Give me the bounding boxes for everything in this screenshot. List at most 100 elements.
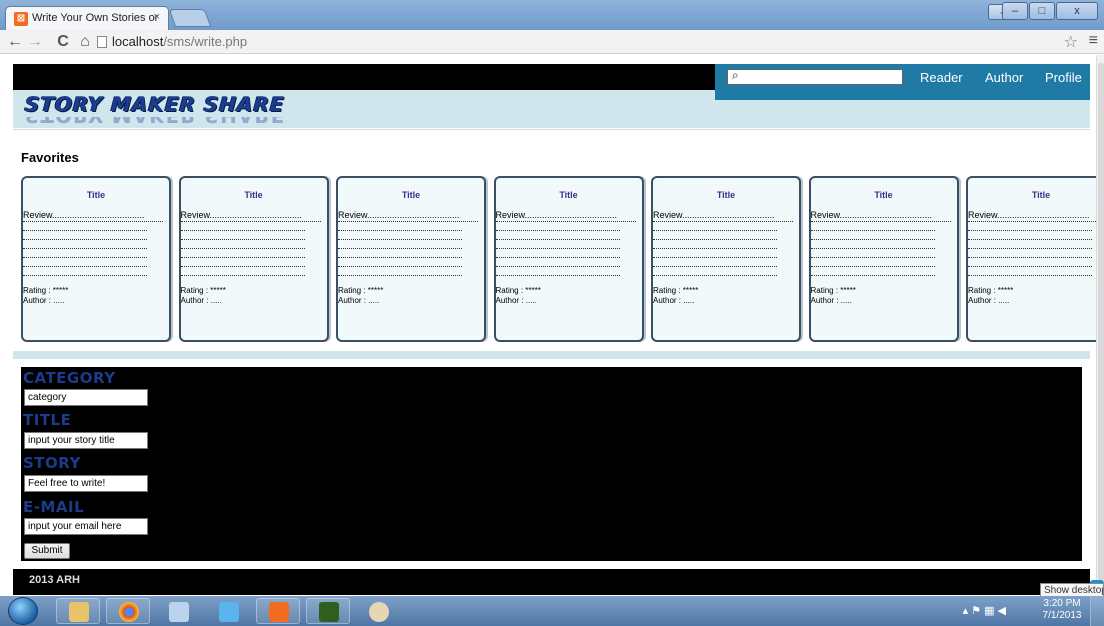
nav-author[interactable]: Author: [985, 70, 1023, 85]
submit-button[interactable]: Submit: [24, 543, 70, 559]
card-title: Title: [1031, 190, 1051, 200]
card-rating: Rating : *****: [338, 286, 384, 295]
browser-menu-icon[interactable]: ≡: [1089, 32, 1098, 50]
write-story-form: CATEGORY category TITLE input your story…: [21, 367, 1082, 561]
minimize-button[interactable]: –: [1002, 2, 1028, 20]
reload-icon[interactable]: C: [54, 32, 72, 52]
home-icon[interactable]: ⌂: [76, 32, 94, 52]
folder-icon: [69, 602, 89, 622]
favorites-heading: Favorites: [21, 150, 79, 165]
card-dotted-line: [810, 230, 935, 231]
url-host: localhost: [112, 34, 164, 49]
new-tab-button[interactable]: [168, 9, 212, 27]
tab-close-icon[interactable]: ×: [154, 11, 160, 23]
favorite-card[interactable]: Title Review.............................…: [493, 176, 644, 342]
browser-tab[interactable]: ⊠ Write Your Own Stories or ×: [5, 6, 169, 30]
favorite-card[interactable]: Title Review.............................…: [808, 176, 959, 342]
category-field[interactable]: category: [24, 389, 148, 406]
card-title: Title: [874, 190, 893, 200]
card-dotted-line: [338, 266, 462, 267]
bookmark-star-icon[interactable]: ☆: [1064, 32, 1078, 52]
chrome-icon: [119, 602, 139, 622]
show-desktop-button[interactable]: [1090, 596, 1104, 626]
taskbar-dropbox[interactable]: [206, 598, 250, 624]
system-clock[interactable]: 3:20 PM 7/1/2013: [1042, 598, 1082, 622]
favorite-card[interactable]: Title Review.............................…: [336, 176, 486, 342]
taskbar-xampp[interactable]: [256, 598, 300, 624]
card-dotted-line: [338, 239, 462, 240]
card-dotted-line: [180, 239, 305, 240]
card-dotted-line: [968, 257, 1092, 258]
card-dotted-line: [180, 221, 321, 222]
network-icon: [169, 602, 189, 622]
favorite-card[interactable]: Title Review.............................…: [651, 176, 801, 342]
card-dotted-line: [810, 239, 935, 240]
card-author: Author : .....: [810, 296, 852, 305]
header-divider: [13, 129, 1090, 130]
card-dotted-line: [23, 248, 147, 249]
start-button[interactable]: [8, 597, 38, 625]
favorite-card[interactable]: Title Review.............................…: [178, 176, 329, 342]
title-field[interactable]: input your story title: [24, 432, 148, 449]
favorite-card[interactable]: Title Review.............................…: [21, 176, 171, 342]
card-dotted-line: [180, 230, 305, 231]
search-icon: ⌕: [732, 68, 739, 82]
card-review: Review..................................…: [968, 210, 1090, 220]
xampp-icon: [269, 602, 289, 622]
card-dotted-line: [23, 266, 147, 267]
card-rating: Rating : *****: [495, 286, 541, 295]
card-dotted-line: [495, 230, 620, 231]
card-dotted-line: [180, 257, 305, 258]
favorite-card[interactable]: Title Review.............................…: [966, 176, 1096, 342]
nav-reader[interactable]: Reader: [920, 70, 963, 85]
site-logo[interactable]: STORY MAKER SHARE: [24, 92, 285, 116]
card-dotted-line: [653, 239, 777, 240]
email-field[interactable]: input your email here: [24, 518, 148, 535]
site-footer: 2013 ARH: [13, 569, 1090, 595]
card-dotted-line: [653, 248, 777, 249]
card-dotted-line: [968, 266, 1092, 267]
search-input[interactable]: ⌕: [727, 68, 903, 85]
card-dotted-line: [810, 221, 951, 222]
card-dotted-line: [180, 248, 305, 249]
taskbar-chrome[interactable]: [106, 598, 150, 624]
card-dotted-line: [810, 275, 935, 276]
taskbar-paint[interactable]: [356, 598, 400, 624]
dropbox-icon: [219, 602, 239, 622]
address-bar[interactable]: localhost/sms/write.php: [112, 34, 247, 49]
close-window-button[interactable]: x: [1056, 2, 1098, 20]
card-dotted-line: [810, 266, 935, 267]
email-label: E-MAIL: [23, 498, 85, 516]
taskbar-explorer[interactable]: [56, 598, 100, 624]
story-field[interactable]: Feel free to write!: [24, 475, 148, 492]
title-label: TITLE: [23, 411, 72, 429]
tray-icons[interactable]: ▴ ⚑ ▦ ◀: [963, 604, 1006, 617]
card-dotted-line: [495, 275, 620, 276]
card-dotted-line: [495, 266, 620, 267]
card-dotted-line: [968, 230, 1092, 231]
paint-icon: [369, 602, 389, 622]
clock-date: 7/1/2013: [1042, 610, 1082, 621]
card-dotted-line: [495, 257, 620, 258]
taskbar-dreamweaver[interactable]: [306, 598, 350, 624]
nav-profile[interactable]: Profile: [1045, 70, 1082, 85]
card-title: Title: [244, 190, 263, 200]
logo-reflection: STORY MAKER SHARE: [25, 117, 295, 125]
taskbar-network-app[interactable]: [156, 598, 200, 624]
forward-icon[interactable]: →: [26, 32, 44, 52]
logo-reflection-text: STORY MAKER SHARE: [25, 117, 295, 125]
category-label: CATEGORY: [23, 369, 116, 387]
card-author: Author : .....: [23, 296, 65, 305]
page-icon: [97, 36, 107, 48]
scrollbar-thumb[interactable]: [1098, 63, 1104, 581]
maximize-button[interactable]: □: [1029, 2, 1055, 20]
page-scrollbar[interactable]: [1096, 55, 1104, 595]
card-dotted-line: [180, 266, 305, 267]
card-dotted-line: [968, 221, 1096, 222]
back-icon[interactable]: ←: [6, 32, 24, 52]
card-rating: Rating : *****: [810, 286, 856, 295]
card-rating: Rating : *****: [653, 286, 699, 295]
card-author: Author : .....: [495, 296, 537, 305]
card-title: Title: [716, 190, 736, 200]
card-dotted-line: [653, 257, 777, 258]
